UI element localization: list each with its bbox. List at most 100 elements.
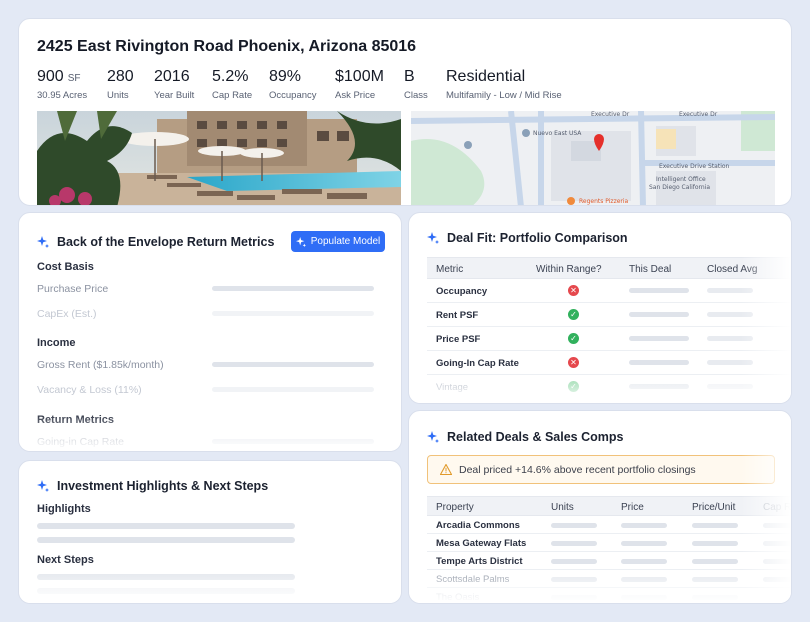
value-placeholder [629, 312, 689, 317]
value-placeholder [551, 541, 597, 546]
metric-name: Occupancy [436, 286, 488, 297]
check-circle-icon: ✓ [568, 333, 579, 344]
capex-placeholder [212, 311, 374, 316]
table-row[interactable]: Tempe Arts District [427, 552, 791, 570]
stat-value: 5.2% [212, 68, 249, 85]
value-placeholder [692, 559, 738, 564]
stat-label: Units [107, 90, 129, 101]
pricing-alert: Deal priced +14.6% above recent portfoli… [427, 455, 775, 484]
value-placeholder [707, 288, 753, 293]
related-deals-card: Related Deals & Sales Comps Deal priced … [408, 410, 792, 604]
stat-value: 2016 [154, 68, 190, 85]
value-placeholder [621, 541, 667, 546]
svg-text:San Diego California: San Diego California [649, 184, 710, 191]
sparkle-icon [37, 236, 49, 248]
section-title: Related Deals & Sales Comps [447, 430, 624, 444]
stat-units: 280 Units [107, 68, 134, 101]
column-header-price: Price [621, 502, 644, 513]
check-circle-icon: ✓ [568, 381, 579, 392]
table-row[interactable]: The Oasis [427, 588, 791, 603]
value-placeholder [707, 336, 753, 341]
x-circle-icon: ✕ [568, 285, 579, 296]
stat-label: Multifamily - Low / Mid Rise [446, 90, 562, 101]
property-summary-card: 2425 East Rivington Road Phoenix, Arizon… [18, 18, 792, 206]
value-placeholder [551, 595, 597, 600]
table-row[interactable]: Arcadia Commons [427, 516, 791, 534]
value-placeholder [692, 577, 738, 582]
vacancy-label: Vacancy & Loss (11%) [37, 384, 142, 396]
table-row[interactable]: Scottsdale Palms [427, 570, 791, 588]
svg-text:Executive Dr: Executive Dr [591, 111, 630, 118]
next-step-placeholder [37, 588, 295, 594]
sparkle-icon [427, 431, 439, 443]
deal-fit-table-header: Metric Within Range? This Deal Closed Av… [427, 257, 791, 279]
highlight-placeholder [37, 537, 295, 543]
warning-icon [440, 464, 452, 475]
column-header-cap-rate: Cap R [763, 502, 792, 513]
highlights-subheading: Highlights [37, 503, 91, 515]
metric-name: Vintage [436, 382, 469, 393]
property-name: The Oasis [436, 592, 480, 603]
vacancy-placeholder [212, 387, 374, 392]
comps-table-header: Property Units Price Price/Unit Cap R [427, 496, 792, 516]
stat-ask-price: $100M Ask Price [335, 68, 384, 101]
value-placeholder [621, 523, 667, 528]
stat-year-built: 2016 Year Built [154, 68, 194, 101]
return-metrics-subheading: Return Metrics [37, 414, 115, 426]
property-photo[interactable] [37, 111, 401, 205]
stat-cap-rate: 5.2% Cap Rate [212, 68, 252, 101]
stat-value: Residential [446, 68, 526, 85]
stat-size: 900 SF 30.95 Acres [37, 68, 87, 101]
related-deals-heading: Related Deals & Sales Comps [427, 430, 623, 444]
table-row[interactable]: Going-In Cap Rate ✕ [427, 351, 791, 375]
value-placeholder [551, 523, 597, 528]
return-metrics-heading: Back of the Envelope Return Metrics [37, 235, 274, 249]
table-row[interactable]: Vintage ✓ [427, 375, 791, 399]
value-placeholder [621, 595, 667, 600]
table-row[interactable]: Rent PSF ✓ [427, 303, 791, 327]
populate-model-button[interactable]: Populate Model [291, 231, 385, 252]
value-placeholder [692, 541, 738, 546]
value-placeholder [707, 312, 753, 317]
value-placeholder [763, 559, 791, 564]
highlight-placeholder [37, 523, 295, 529]
value-placeholder [763, 523, 791, 528]
investment-highlights-card: Investment Highlights & Next Steps Highl… [18, 460, 402, 604]
svg-text:Executive Drive Station: Executive Drive Station [659, 163, 730, 170]
svg-text:Intelligent Office: Intelligent Office [656, 176, 706, 183]
property-map[interactable]: Executive Dr Executive Dr Nuevo East USA… [411, 111, 775, 205]
property-name: Mesa Gateway Flats [436, 538, 527, 549]
value-placeholder [707, 360, 753, 365]
stat-class: B Class [404, 68, 428, 101]
stat-occupancy: 89% Occupancy [269, 68, 317, 101]
value-placeholder [629, 384, 689, 389]
income-heading: Income [37, 337, 76, 349]
section-title: Deal Fit: Portfolio Comparison [447, 231, 628, 245]
value-placeholder [692, 595, 738, 600]
gross-rent-label: Gross Rent ($1.85k/month) [37, 359, 164, 371]
value-placeholder [629, 288, 689, 293]
property-name: Arcadia Commons [436, 520, 520, 531]
sparkle-icon [295, 236, 306, 247]
section-title: Back of the Envelope Return Metrics [57, 235, 275, 249]
table-row[interactable]: Price PSF ✓ [427, 327, 791, 351]
sparkle-icon [37, 480, 49, 492]
stat-value: 280 [107, 68, 134, 85]
stat-value: $100M [335, 68, 384, 85]
metric-name: Going-In Cap Rate [436, 358, 519, 369]
alert-text: Deal priced +14.6% above recent portfoli… [459, 463, 696, 476]
property-name: Scottsdale Palms [436, 574, 510, 585]
capex-label: CapEx (Est.) [37, 308, 97, 320]
button-label: Populate Model [310, 236, 381, 247]
column-header-units: Units [551, 502, 574, 513]
return-metrics-card: Back of the Envelope Return Metrics Popu… [18, 212, 402, 452]
check-circle-icon: ✓ [568, 309, 579, 320]
value-placeholder [621, 559, 667, 564]
table-row[interactable]: Mesa Gateway Flats [427, 534, 791, 552]
column-header-within-range: Within Range? [536, 264, 602, 275]
next-steps-subheading: Next Steps [37, 554, 94, 566]
table-row[interactable]: Occupancy ✕ [427, 279, 791, 303]
value-placeholder [707, 384, 753, 389]
svg-text:Regents Pizzeria: Regents Pizzeria [579, 198, 629, 205]
purchase-price-placeholder [212, 286, 374, 291]
